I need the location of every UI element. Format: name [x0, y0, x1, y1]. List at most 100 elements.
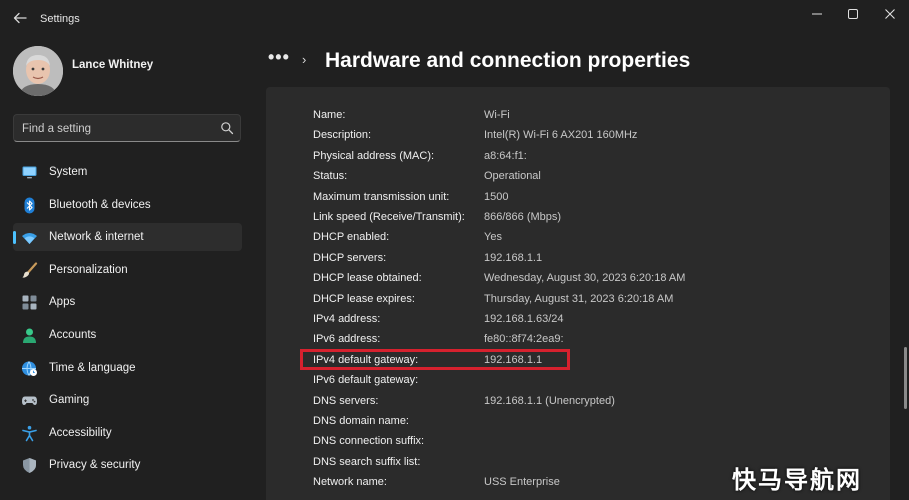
property-key: DHCP enabled:: [313, 231, 390, 244]
property-key: Link speed (Receive/Transmit):: [313, 211, 465, 223]
property-row: IPv4 address: 192.168.1.63/24: [266, 313, 890, 331]
sidebar-item-label: Apps: [49, 296, 76, 309]
globe-clock-icon: [22, 360, 37, 376]
sidebar-item-network[interactable]: Network & internet: [13, 223, 242, 252]
property-row: Link speed (Receive/Transmit): 866/866 (…: [266, 211, 890, 229]
person-icon: [23, 328, 36, 343]
sidebar-item-label: Gaming: [49, 394, 90, 407]
property-key: DHCP lease obtained:: [313, 272, 422, 285]
property-value[interactable]: 192.168.1.63/24: [484, 313, 564, 325]
property-value[interactable]: Wi-Fi: [484, 109, 510, 121]
property-row: DNS servers: 192.168.1.1 (Unencrypted): [266, 395, 890, 413]
property-row: Description: Intel(R) Wi-Fi 6 AX201 160M…: [266, 129, 890, 147]
property-key: DNS servers:: [313, 394, 379, 407]
close-icon: [885, 9, 895, 19]
property-value[interactable]: Thursday, August 31, 2023 6:20:18 AM: [484, 293, 673, 305]
breadcrumb-overflow-button[interactable]: •••: [268, 47, 290, 68]
minimize-button[interactable]: [802, 4, 832, 24]
sidebar-item-label: Accounts: [49, 328, 97, 341]
property-key: DNS search suffix list:: [313, 455, 421, 468]
property-value[interactable]: Operational: [484, 170, 541, 182]
avatar[interactable]: [13, 46, 63, 96]
page-title: Hardware and connection properties: [325, 49, 691, 72]
maximize-button[interactable]: [838, 4, 868, 24]
property-row: DNS domain name:: [266, 415, 890, 433]
accessibility-icon: [22, 425, 37, 442]
property-key: Network name:: [313, 476, 387, 489]
property-key: IPv6 default gateway:: [313, 374, 419, 387]
property-value[interactable]: 1500: [484, 191, 508, 203]
property-key: IPv6 address:: [313, 333, 381, 346]
sidebar-item-label: Personalization: [49, 263, 128, 276]
property-row: IPv6 default gateway:: [266, 374, 890, 392]
maximize-icon: [848, 9, 858, 19]
sidebar-item-system[interactable]: System: [13, 158, 242, 186]
monitor-icon: [22, 166, 37, 179]
property-value[interactable]: a8:64:f1:: [484, 150, 527, 162]
sidebar-item-label: Accessibility: [49, 426, 112, 439]
property-value[interactable]: Yes: [484, 231, 502, 243]
app-title: Settings: [40, 13, 80, 25]
property-value[interactable]: 866/866 (Mbps): [484, 211, 561, 223]
property-row: Maximum transmission unit: 1500: [266, 191, 890, 209]
property-row: DHCP enabled: Yes: [266, 231, 890, 249]
property-key: DHCP servers:: [313, 251, 387, 264]
sidebar-item-apps[interactable]: Apps: [13, 288, 242, 316]
property-value[interactable]: Wednesday, August 30, 2023 6:20:18 AM: [484, 272, 685, 284]
property-key: Physical address (MAC):: [313, 149, 435, 162]
sidebar-item-label: Network & internet: [49, 231, 144, 244]
user-photo-icon: [13, 46, 63, 96]
sidebar-item-personalization[interactable]: Personalization: [13, 256, 242, 284]
property-row: DHCP lease obtained: Wednesday, August 3…: [266, 272, 890, 290]
property-key: DNS connection suffix:: [313, 435, 425, 448]
sidebar-item-label: Bluetooth & devices: [49, 198, 151, 211]
scrollbar-thumb[interactable]: [904, 347, 907, 409]
property-key: Name:: [313, 109, 346, 121]
sidebar-item-bluetooth[interactable]: Bluetooth & devices: [13, 191, 242, 219]
highlight-annotation-box: [300, 349, 570, 370]
user-name: Lance Whitney: [72, 59, 154, 71]
search-input[interactable]: [22, 120, 212, 137]
property-row: Status: Operational: [266, 170, 890, 188]
property-key: IPv4 address:: [313, 313, 381, 325]
property-row: Name: Wi-Fi: [266, 109, 890, 127]
property-key: Maximum transmission unit:: [313, 190, 450, 203]
property-value[interactable]: fe80::8f74:2ea9:: [484, 333, 564, 345]
property-key: Status:: [313, 170, 348, 183]
brush-icon: [22, 262, 38, 278]
sidebar-item-time-language[interactable]: Time & language: [13, 354, 242, 382]
sidebar-nav: System Bluetooth & devices Network & int…: [13, 158, 242, 484]
shield-icon: [23, 458, 36, 474]
sidebar-item-privacy-security[interactable]: Privacy & security: [13, 451, 242, 479]
wifi-icon: [22, 233, 37, 245]
sidebar-item-accounts[interactable]: Accounts: [13, 321, 242, 349]
search-box[interactable]: [13, 114, 241, 142]
sidebar-item-gaming[interactable]: Gaming: [13, 386, 242, 414]
property-value[interactable]: USS Enterprise: [484, 476, 560, 488]
back-arrow-icon: [13, 12, 27, 24]
chevron-right-icon: ›: [302, 52, 307, 67]
properties-panel: Name: Wi-Fi Description: Intel(R) Wi-Fi …: [266, 87, 890, 500]
property-key: DHCP lease expires:: [313, 292, 415, 305]
property-row: Physical address (MAC): a8:64:f1:: [266, 150, 890, 168]
property-value[interactable]: 192.168.1.1: [484, 252, 542, 264]
sidebar-item-label: Privacy & security: [49, 459, 141, 472]
bluetooth-icon: [24, 197, 35, 214]
minimize-icon: [812, 13, 822, 15]
property-value[interactable]: Intel(R) Wi-Fi 6 AX201 160MHz: [484, 129, 637, 141]
sidebar-item-accessibility[interactable]: Accessibility: [13, 419, 242, 447]
property-value[interactable]: 192.168.1.1 (Unencrypted): [484, 395, 615, 407]
gamepad-icon: [22, 396, 37, 406]
sidebar-item-label: System: [49, 166, 88, 178]
property-key: DNS domain name:: [313, 415, 409, 427]
watermark: 快马导航网: [732, 466, 862, 494]
back-button[interactable]: [8, 6, 32, 30]
sidebar-item-label: Time & language: [49, 361, 136, 374]
property-row: DHCP lease expires: Thursday, August 31,…: [266, 293, 890, 311]
property-row: DNS connection suffix:: [266, 435, 890, 453]
close-button[interactable]: [875, 4, 905, 24]
search-icon[interactable]: [220, 121, 234, 135]
apps-icon: [22, 295, 37, 310]
property-key: Description:: [313, 129, 372, 142]
title-bar: Settings: [0, 0, 909, 40]
